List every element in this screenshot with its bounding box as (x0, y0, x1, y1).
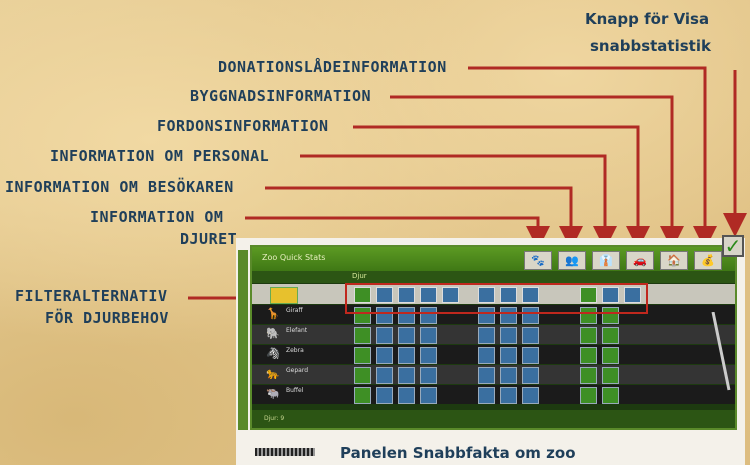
arrow-visitor (265, 186, 583, 250)
status-cell (478, 387, 495, 404)
status-cell (522, 367, 539, 384)
arrow-animal (245, 216, 550, 250)
animal-name: Zebra (286, 347, 304, 354)
status-cell (602, 347, 619, 364)
status-cell (376, 367, 393, 384)
status-cell (420, 327, 437, 344)
status-cell (398, 327, 415, 344)
visitor-label: Information om besökaren (5, 178, 234, 196)
animal-name: Gepard (286, 367, 308, 374)
status-cell (376, 347, 393, 364)
column-header: Djur (252, 271, 735, 283)
tab-staff-info[interactable]: 👔 (592, 251, 620, 270)
status-cell (376, 327, 393, 344)
quick-stats-label-line1: Knapp för Visa (585, 10, 710, 28)
building-label: Byggnadsinformation (190, 87, 372, 105)
animal-name: Elefant (286, 327, 308, 334)
status-cell (354, 387, 371, 404)
status-cell (522, 347, 539, 364)
animal-label-line1: Information om (90, 208, 224, 226)
filter-highlight-box (345, 283, 648, 314)
status-cell (522, 327, 539, 344)
status-cell (420, 347, 437, 364)
animal-icon: 🦓 (266, 347, 280, 360)
table-row[interactable]: 🐃 Buffel (252, 385, 735, 404)
animal-icon: 🐆 (266, 367, 280, 380)
checkmark-icon: ✓ (724, 234, 742, 258)
column-header-text: Djur (352, 272, 367, 280)
status-cell (420, 367, 437, 384)
animal-label-line2: djuret (180, 230, 238, 248)
zoo-quick-stats-panel: Zoo Quick Stats 🐾 👥 👔 🚗 🏠 💰 Djur 🦒 Giraf… (250, 245, 737, 430)
status-cell (500, 327, 517, 344)
quick-stats-label-line2: snabbstatistik (590, 37, 711, 55)
filter-all-button[interactable] (270, 287, 298, 304)
tab-donation-info[interactable]: 💰 (694, 251, 722, 270)
arrow-donation (468, 66, 717, 250)
status-cell (376, 387, 393, 404)
tab-animal-info[interactable]: 🐾 (524, 251, 552, 270)
status-cell (580, 387, 597, 404)
animal-name: Giraff (286, 307, 303, 314)
status-cell (580, 347, 597, 364)
status-cell (602, 367, 619, 384)
tab-building-info[interactable]: 🏠 (660, 251, 688, 270)
status-cell (602, 387, 619, 404)
quick-stats-toggle-button[interactable]: ✓ (722, 235, 744, 257)
status-cell (602, 327, 619, 344)
panel-titlebar: Zoo Quick Stats 🐾 👥 👔 🚗 🏠 💰 (252, 247, 735, 271)
status-cell (354, 367, 371, 384)
status-cell (478, 367, 495, 384)
filter-label-line2: för djurbehov (45, 309, 169, 327)
status-cell (398, 367, 415, 384)
arrow-staff (300, 154, 617, 250)
table-row[interactable]: 🦓 Zebra (252, 345, 735, 364)
panel-title: Zoo Quick Stats (262, 253, 326, 262)
status-cell (500, 347, 517, 364)
animal-icon: 🐘 (266, 327, 280, 340)
staff-label: Information om personal (50, 147, 270, 165)
status-cell (580, 327, 597, 344)
scrollbar[interactable] (711, 312, 733, 392)
status-cell (398, 387, 415, 404)
filter-label-line1: Filteralternativ (15, 287, 168, 305)
panel-side-edge (238, 250, 248, 430)
status-cell (580, 367, 597, 384)
figure-caption: Panelen Snabbfakta om zoo (340, 444, 576, 462)
animal-icon: 🐃 (266, 387, 280, 400)
donation-box-label: Donationslådeinformation (218, 58, 447, 76)
animal-name: Buffel (286, 387, 304, 394)
status-cell (354, 327, 371, 344)
animal-icon: 🦒 (266, 307, 280, 320)
arrow-vehicle (353, 125, 650, 250)
caption-thumbnail (255, 448, 315, 456)
status-cell (478, 327, 495, 344)
tab-vehicle-info[interactable]: 🚗 (626, 251, 654, 270)
status-cell (420, 387, 437, 404)
table-row[interactable]: 🐘 Elefant (252, 325, 735, 344)
footer-count: Djur: 9 (264, 415, 285, 422)
tab-visitor-info[interactable]: 👥 (558, 251, 586, 270)
status-cell (500, 367, 517, 384)
status-cell (398, 347, 415, 364)
status-cell (354, 347, 371, 364)
status-cell (500, 387, 517, 404)
table-row[interactable]: 🐆 Gepard (252, 365, 735, 384)
status-cell (478, 347, 495, 364)
vehicle-label: Fordonsinformation (157, 117, 329, 135)
panel-footer: Djur: 9 (252, 410, 735, 428)
status-cell (522, 387, 539, 404)
